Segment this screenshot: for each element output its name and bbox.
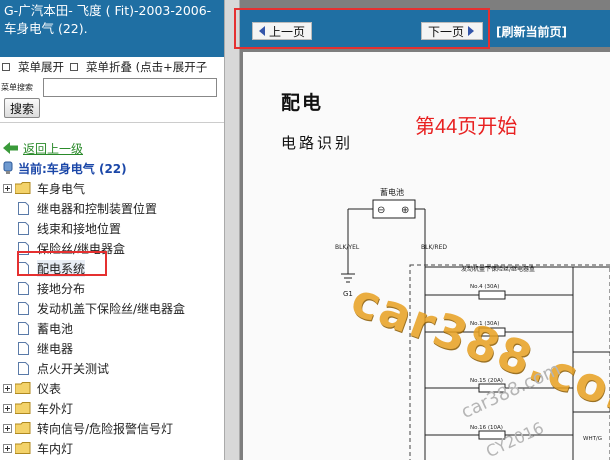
divider	[0, 122, 224, 123]
search-input[interactable]	[43, 77, 217, 97]
square-icon	[2, 63, 10, 71]
content-panel: 上一页 下一页 [刷新当前页] 配电 电路识别 第44页开始 蓄电池 ⊖ ⊕ B…	[234, 0, 610, 460]
wire-label-blk-yel: BLK/YEL	[335, 244, 360, 251]
fuse-label: No.16 (10A)	[470, 425, 503, 431]
ground-label: G1	[343, 290, 353, 298]
search-button[interactable]: 搜索	[4, 98, 41, 118]
tree-item-label: 车身电气	[37, 181, 86, 196]
svg-text:⊕: ⊕	[401, 205, 409, 216]
fuse-label: No.4 (30A)	[470, 284, 499, 290]
search-row: 菜单搜索	[0, 77, 224, 97]
document-icon	[18, 321, 29, 335]
document-icon	[18, 341, 29, 355]
document-icon	[18, 301, 29, 315]
search-label: 菜单搜索	[1, 82, 33, 92]
folder-icon	[15, 382, 31, 394]
document-icon	[18, 221, 29, 235]
square-icon	[70, 63, 78, 71]
folder-icon	[15, 402, 31, 414]
expand-plus-icon[interactable]	[3, 423, 12, 433]
menu-collapse-link[interactable]: 菜单折叠 (点击+展开子	[86, 59, 207, 75]
folder-icon	[15, 422, 31, 434]
document-icon	[18, 281, 29, 295]
tree-item[interactable]: 仪表	[0, 378, 224, 398]
folder-icon	[15, 442, 31, 454]
menu-controls: 菜单展开 菜单折叠 (点击+展开子	[0, 57, 224, 77]
tree-item[interactable]: 转向信号/危险报警信号灯	[0, 418, 224, 438]
back-row: 返回上一级	[0, 138, 224, 158]
tree-item-label: 蓄电池	[37, 321, 74, 336]
manual-page: 配电 电路识别 第44页开始 蓄电池 ⊖ ⊕ BLK/YEL BLK/RED G…	[243, 52, 610, 460]
tree-item[interactable]: 蓄电池	[0, 318, 224, 338]
tree-item-label: 接地分布	[37, 281, 86, 296]
svg-text:⊖: ⊖	[377, 205, 385, 216]
location-icon	[3, 161, 13, 174]
tree-item-label: 仪表	[37, 381, 62, 396]
back-link[interactable]: 返回上一级	[23, 140, 83, 157]
panel-splitter[interactable]	[224, 0, 240, 460]
menu-header-title: G-广汽本田- 飞度 ( Fit)-2003-2006- 车身电气 (22).	[0, 0, 224, 57]
tree-item-label: 继电器和控制装置位置	[37, 201, 158, 216]
document-icon	[18, 201, 29, 215]
tree-item-label: 车外灯	[37, 401, 74, 416]
left-menu-panel: G-广汽本田- 飞度 ( Fit)-2003-2006- 车身电气 (22). …	[0, 0, 224, 460]
menu-tree: 车身电气 继电器和控制装置位置 线束和接地位置 保险丝/继电器盒 配电系统 接地…	[0, 178, 224, 458]
back-arrow-icon	[3, 142, 18, 154]
tree-item[interactable]: 车身电气	[0, 178, 224, 198]
refresh-page-link[interactable]: [刷新当前页]	[496, 23, 567, 40]
tree-item[interactable]: 接地分布	[0, 278, 224, 298]
tree-item[interactable]: 线束和接地位置	[0, 218, 224, 238]
current-location: 当前:车身电气 (22)	[0, 158, 224, 178]
annotation-highlight-box	[234, 8, 490, 49]
tree-item-label: 线束和接地位置	[37, 221, 122, 236]
expand-plus-icon[interactable]	[3, 383, 12, 393]
folder-icon	[15, 182, 31, 194]
tree-item[interactable]: 车内灯	[0, 438, 224, 458]
tree-item[interactable]: 继电器和控制装置位置	[0, 198, 224, 218]
tree-item-label: 继电器	[37, 341, 74, 356]
tree-item[interactable]: 发动机盖下保险丝/继电器盒	[0, 298, 224, 318]
current-location-label: 当前:车身电气 (22)	[18, 161, 127, 176]
wire-label-blk-red: BLK/RED	[421, 244, 447, 251]
tree-item[interactable]: 车外灯	[0, 398, 224, 418]
expand-plus-icon[interactable]	[3, 443, 12, 453]
annotation-highlight-box	[17, 251, 107, 276]
document-icon	[18, 361, 29, 375]
expand-plus-icon[interactable]	[3, 183, 12, 193]
menu-expand-link[interactable]: 菜单展开	[18, 59, 64, 75]
tree-item-label: 转向信号/危险报警信号灯	[37, 421, 174, 436]
tree-item-label: 发动机盖下保险丝/继电器盒	[37, 301, 186, 316]
tree-item[interactable]: 继电器	[0, 338, 224, 358]
expand-plus-icon[interactable]	[3, 403, 12, 413]
fuse-box-label: 发动机盖下保险丝/继电器盒	[461, 265, 535, 273]
tree-item-label: 点火开关测试	[37, 361, 110, 376]
wire-label-wht-g: WHT/G	[583, 436, 602, 442]
tree-item-label: 车内灯	[37, 441, 74, 456]
app-root: G-广汽本田- 飞度 ( Fit)-2003-2006- 车身电气 (22). …	[0, 0, 610, 460]
battery-label: 蓄电池	[380, 187, 404, 197]
tree-item[interactable]: 点火开关测试	[0, 358, 224, 378]
